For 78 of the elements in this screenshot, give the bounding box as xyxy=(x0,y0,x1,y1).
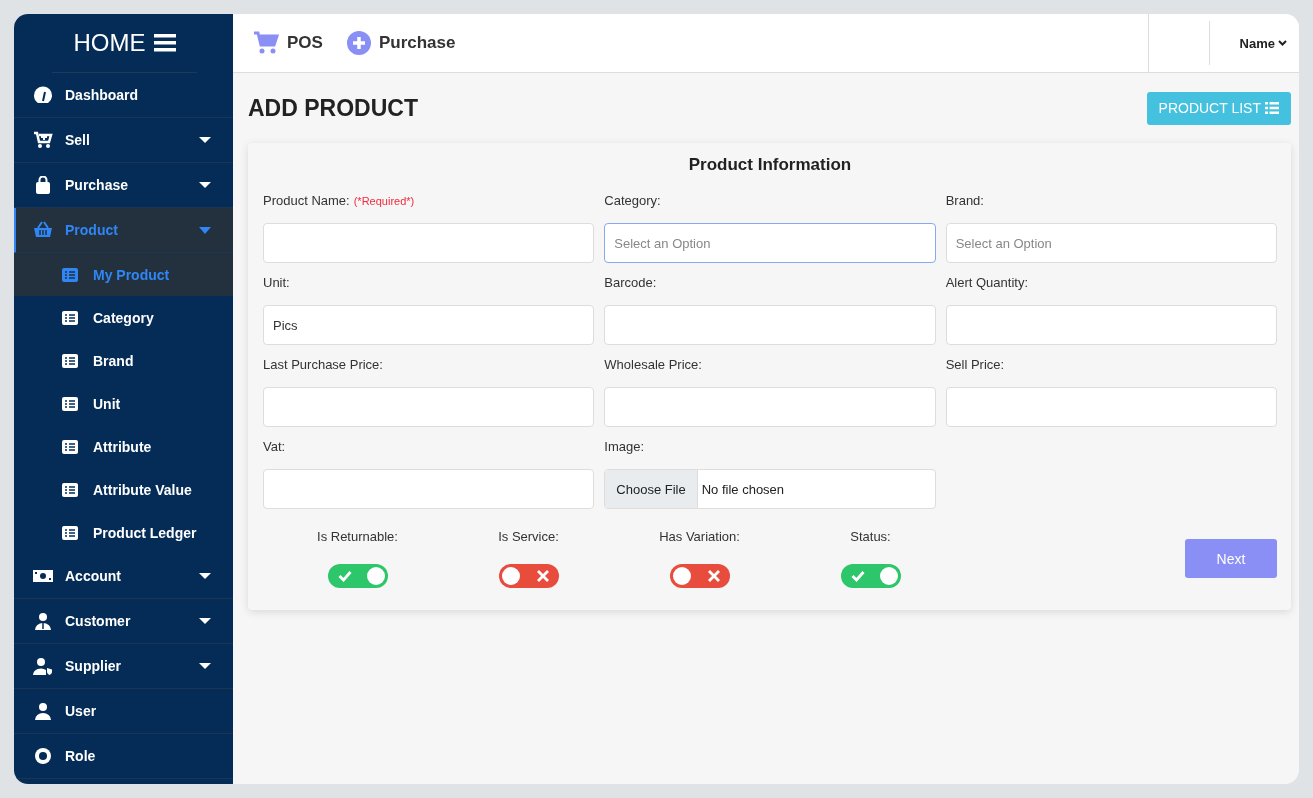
field-label: Wholesale Price: xyxy=(604,357,702,372)
person-shield-icon xyxy=(33,657,53,675)
sidebar-item[interactable]: Product xyxy=(14,208,233,253)
required-note: (*Required*) xyxy=(353,195,415,207)
lifebuoy-icon xyxy=(33,747,53,765)
page-title: ADD PRODUCT xyxy=(248,94,418,122)
check-icon xyxy=(850,570,865,582)
sidebar-subitem[interactable]: Attribute Value xyxy=(14,468,233,511)
file-name: No file chosen xyxy=(700,481,785,497)
gauge-icon xyxy=(33,86,53,104)
close-icon xyxy=(535,569,550,583)
toggle-switch[interactable] xyxy=(327,564,388,588)
close-icon xyxy=(706,569,721,583)
sidebar-item[interactable]: Customer xyxy=(14,599,233,644)
input-field[interactable] xyxy=(263,387,595,427)
list-icon xyxy=(62,439,78,454)
toggle-label: Status: xyxy=(850,529,891,544)
field-label: Product Name: xyxy=(263,193,350,208)
user-menu[interactable]: Name xyxy=(1209,35,1299,51)
field-label: Image: xyxy=(604,439,645,454)
field-label: Barcode: xyxy=(604,275,657,290)
field-label: Last Purchase Price: xyxy=(263,357,383,372)
person-tie-icon xyxy=(33,612,53,630)
toggle-label: Has Variation: xyxy=(659,529,740,544)
list-icon xyxy=(62,353,78,368)
plus-circle-icon xyxy=(346,31,371,55)
list-icon xyxy=(1265,102,1279,114)
card-title: Product Information xyxy=(687,155,853,175)
sidebar-subitem[interactable]: Attribute xyxy=(14,425,233,468)
toggle-switch[interactable] xyxy=(498,564,559,588)
sidebar-item[interactable]: Account xyxy=(14,554,233,599)
select-field[interactable]: Select an Option xyxy=(604,223,936,263)
input-field[interactable]: Pics xyxy=(263,305,595,345)
cart-icon xyxy=(253,31,279,55)
cart-icon xyxy=(33,131,53,149)
sidebar-item[interactable]: Supplier xyxy=(14,644,233,689)
sidebar-item[interactable]: Sell xyxy=(14,118,233,163)
list-icon xyxy=(62,525,78,540)
purchase-link[interactable]: Purchase xyxy=(346,31,456,55)
field-label: Category: xyxy=(604,193,661,208)
field-label: Sell Price: xyxy=(945,357,1005,372)
field-label: Alert Quantity: xyxy=(945,275,1029,290)
brand-title[interactable]: HOME xyxy=(73,29,146,57)
field-label: Vat: xyxy=(263,439,286,454)
list-icon xyxy=(62,267,78,282)
field-label: Brand: xyxy=(945,193,984,208)
list-icon xyxy=(62,310,78,325)
toggle-switch[interactable] xyxy=(840,564,901,588)
input-field[interactable] xyxy=(604,305,936,345)
list-icon xyxy=(62,482,78,497)
menu-icon[interactable] xyxy=(153,34,176,52)
person-icon xyxy=(33,702,53,720)
sidebar-item[interactable]: Dashboard xyxy=(14,73,233,118)
money-icon xyxy=(33,567,53,585)
basket-icon xyxy=(33,221,53,239)
input-field[interactable] xyxy=(945,305,1277,345)
file-input[interactable]: Choose File No file chosen xyxy=(604,469,936,509)
toggle-label: Is Service: xyxy=(498,529,559,544)
sidebar-subitem[interactable]: My Product xyxy=(14,253,233,296)
sidebar-subitem[interactable]: Product Ledger xyxy=(14,511,233,554)
sidebar-subitem[interactable]: Brand xyxy=(14,339,233,382)
bag-icon xyxy=(33,176,53,194)
list-icon xyxy=(62,396,78,411)
toggle-label: Is Returnable: xyxy=(317,529,398,544)
toggle-switch[interactable] xyxy=(669,564,730,588)
check-icon xyxy=(337,570,352,582)
sidebar-item[interactable]: User xyxy=(14,689,233,734)
input-field[interactable] xyxy=(945,387,1277,427)
choose-file-button[interactable]: Choose File xyxy=(605,470,698,508)
sidebar-subitem[interactable]: Unit xyxy=(14,382,233,425)
chevron-down-icon xyxy=(1278,40,1287,46)
field-label: Unit: xyxy=(263,275,290,290)
pos-link[interactable]: POS xyxy=(253,31,323,55)
input-field[interactable] xyxy=(604,387,936,427)
sidebar-subitem[interactable]: Category xyxy=(14,296,233,339)
input-field[interactable] xyxy=(263,223,595,263)
sidebar-item[interactable]: Role xyxy=(14,734,233,779)
input-field[interactable] xyxy=(263,469,595,509)
